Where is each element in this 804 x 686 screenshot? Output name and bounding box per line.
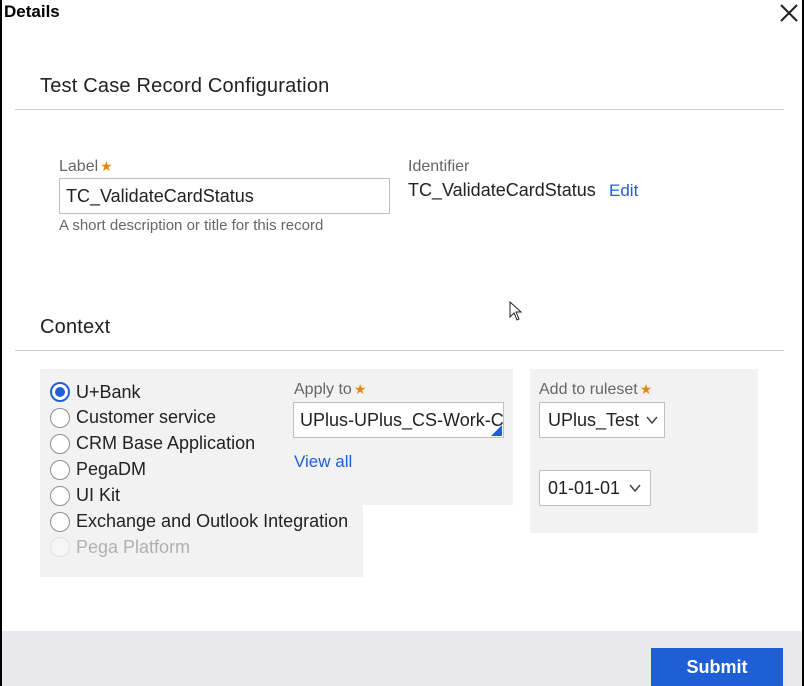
- ruleset-select-value: UPlus_Test: [548, 410, 640, 430]
- chevron-down-icon: [646, 416, 658, 425]
- application-option[interactable]: U+Bank: [50, 380, 141, 404]
- application-option[interactable]: PegaDM: [50, 458, 146, 482]
- radio-unchecked-icon[interactable]: [50, 433, 70, 454]
- close-button[interactable]: [778, 2, 800, 24]
- required-marker: ★: [639, 381, 653, 397]
- section-divider: [15, 109, 784, 110]
- ruleset-label: Add to ruleset ★: [539, 381, 653, 398]
- required-marker: ★: [353, 381, 367, 397]
- close-icon: [780, 4, 798, 22]
- application-option-label: Exchange and Outlook Integration: [76, 511, 349, 531]
- lookup-corner-icon[interactable]: [491, 425, 502, 436]
- identifier-edit-link[interactable]: Edit: [609, 181, 638, 201]
- ruleset-version-value: 01-01-01: [548, 478, 621, 498]
- radio-unchecked-icon[interactable]: [50, 459, 70, 480]
- application-option: Pega Platform: [50, 535, 190, 559]
- required-marker: ★: [100, 158, 113, 174]
- application-option[interactable]: Exchange and Outlook Integration: [50, 510, 348, 534]
- view-all-link[interactable]: View all: [294, 452, 352, 472]
- apply-to-value: UPlus-UPlus_CS-Work-Cr: [300, 410, 504, 430]
- chevron-down-icon: [629, 484, 641, 493]
- radio-unchecked-icon[interactable]: [50, 407, 70, 428]
- submit-button[interactable]: Submit: [651, 648, 783, 686]
- application-option-label: U+Bank: [76, 381, 141, 402]
- apply-to-input[interactable]: UPlus-UPlus_CS-Work-Cr: [293, 402, 504, 438]
- ruleset-select[interactable]: UPlus_Test: [539, 402, 665, 438]
- radio-checked-icon[interactable]: [50, 382, 70, 402]
- radio-unchecked-icon[interactable]: [50, 511, 70, 532]
- dialog-title: Details: [4, 2, 60, 21]
- label-field-label: Label ★: [59, 158, 113, 175]
- application-option[interactable]: UI Kit: [50, 484, 120, 508]
- record-config-title: Test Case Record Configuration: [40, 75, 330, 97]
- application-option[interactable]: CRM Base Application: [50, 432, 255, 456]
- identifier-value: TC_ValidateCardStatus: [408, 180, 596, 200]
- label-input[interactable]: [59, 178, 390, 214]
- application-option-label: Pega Platform: [76, 536, 191, 557]
- context-title: Context: [40, 316, 111, 338]
- application-option-label: CRM Base Application: [76, 433, 256, 454]
- details-dialog: [0, 0, 804, 686]
- application-option[interactable]: Customer service: [50, 406, 216, 430]
- application-option-label: PegaDM: [76, 459, 147, 480]
- identifier-label: Identifier: [408, 158, 470, 175]
- label-helper-text: A short description or title for this re…: [59, 217, 324, 234]
- mouse-cursor-icon: [509, 301, 523, 321]
- application-option-label: Customer service: [76, 407, 217, 428]
- ruleset-version-select[interactable]: 01-01-01: [539, 470, 651, 506]
- apply-to-label: Apply to ★: [294, 381, 367, 398]
- section-divider: [15, 350, 784, 351]
- radio-unchecked-icon[interactable]: [50, 485, 70, 506]
- application-option-label: UI Kit: [76, 485, 121, 506]
- radio-unchecked-icon: [50, 537, 70, 558]
